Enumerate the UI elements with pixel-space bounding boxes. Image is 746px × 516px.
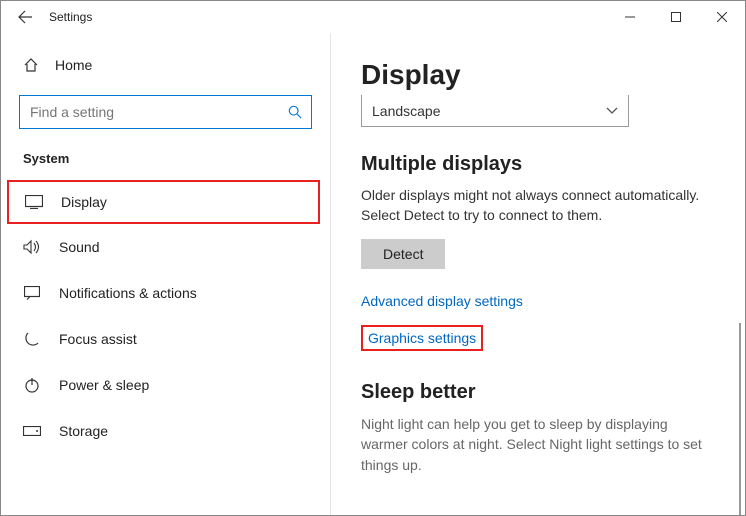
detect-button[interactable]: Detect — [361, 239, 445, 269]
sidebar-item-label: Focus assist — [59, 331, 137, 347]
arrow-left-icon — [17, 9, 33, 25]
window-title: Settings — [49, 10, 92, 24]
power-icon — [23, 377, 41, 393]
search-input[interactable] — [19, 95, 312, 129]
display-icon — [25, 195, 43, 209]
sleep-better-heading: Sleep better — [361, 381, 715, 404]
sidebar-item-storage[interactable]: Storage — [1, 408, 330, 454]
scrollbar[interactable] — [739, 323, 741, 515]
multiple-displays-heading: Multiple displays — [361, 153, 715, 176]
sidebar-home[interactable]: Home — [1, 45, 330, 85]
page-title: Display — [361, 59, 715, 91]
sound-icon — [23, 239, 41, 255]
sidebar-item-label: Notifications & actions — [59, 285, 197, 301]
sleep-better-text: Night light can help you get to sleep by… — [361, 414, 715, 475]
orientation-value: Landscape — [372, 103, 441, 119]
multiple-displays-text: Older displays might not always connect … — [361, 186, 715, 225]
close-icon — [717, 12, 727, 22]
sidebar-item-label: Display — [61, 194, 107, 210]
back-button[interactable] — [9, 1, 41, 33]
notifications-icon — [23, 286, 41, 300]
sidebar-item-notifications[interactable]: Notifications & actions — [1, 270, 330, 316]
maximize-button[interactable] — [653, 1, 699, 33]
sidebar-item-power-sleep[interactable]: Power & sleep — [1, 362, 330, 408]
graphics-settings-link[interactable]: Graphics settings — [368, 330, 476, 346]
sidebar-item-focus-assist[interactable]: Focus assist — [1, 316, 330, 362]
focus-assist-icon — [23, 331, 41, 347]
sidebar: Home System Display Sound Notifications … — [1, 33, 331, 515]
home-icon — [23, 57, 39, 73]
close-button[interactable] — [699, 1, 745, 33]
search-icon — [288, 105, 302, 119]
sidebar-home-label: Home — [55, 57, 92, 73]
storage-icon — [23, 426, 41, 436]
sidebar-item-label: Storage — [59, 423, 108, 439]
sidebar-item-label: Sound — [59, 239, 99, 255]
orientation-dropdown[interactable]: Landscape — [361, 95, 629, 127]
minimize-button[interactable] — [607, 1, 653, 33]
content-pane: Display Landscape Multiple displays Olde… — [331, 33, 745, 515]
maximize-icon — [671, 12, 681, 22]
minimize-icon — [625, 12, 635, 22]
sidebar-item-label: Power & sleep — [59, 377, 149, 393]
chevron-down-icon — [606, 107, 618, 115]
sidebar-section-label: System — [1, 143, 330, 180]
sidebar-item-display[interactable]: Display — [7, 180, 320, 224]
sidebar-item-sound[interactable]: Sound — [1, 224, 330, 270]
advanced-display-settings-link[interactable]: Advanced display settings — [361, 293, 715, 309]
